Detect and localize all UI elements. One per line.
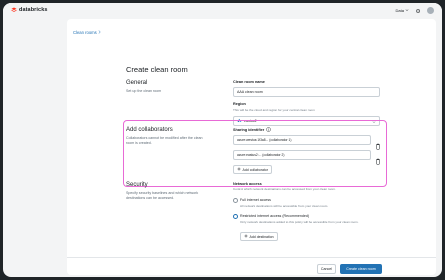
avatar[interactable]	[427, 7, 434, 14]
workspace-name: Data	[395, 8, 404, 13]
security-description: Specify security baselines and which net…	[126, 191, 199, 201]
page-title: Create clean room	[126, 65, 188, 74]
region-help: This will be the cloud and region for yo…	[233, 108, 315, 112]
plus-icon	[237, 167, 241, 172]
restricted-internet-help: Only network destinations added to this …	[240, 220, 359, 224]
general-title: General	[126, 80, 148, 86]
security-title: Security	[126, 182, 148, 188]
chevron-down-icon	[405, 8, 409, 13]
footer-divider	[67, 257, 436, 258]
workspace-menu[interactable]: Data	[396, 8, 409, 13]
region-label-text: Region	[233, 102, 246, 106]
add-destination-button[interactable]: Add destination	[240, 232, 278, 241]
full-internet-label: Full internet access	[240, 198, 271, 202]
network-access-help: Control which network destinations can b…	[233, 187, 336, 191]
settings-icon[interactable]	[415, 8, 421, 14]
databricks-logo-icon	[11, 7, 17, 13]
create-clean-room-button[interactable]: Create clean room	[340, 264, 382, 274]
logo[interactable]: databricks	[11, 7, 48, 13]
collaborators-title: Add collaborators	[126, 127, 173, 133]
network-access-label-text: Network access	[233, 182, 262, 186]
sharing-identifier-label: Sharing identifier	[233, 127, 271, 133]
breadcrumb-clean-rooms[interactable]: Clean rooms	[73, 30, 97, 35]
trash-icon[interactable]	[375, 137, 381, 150]
region-label: Region	[233, 102, 246, 106]
app-window: databricks Data Clean rooms Create clean…	[3, 3, 442, 277]
radio-full-internet[interactable]	[233, 198, 238, 203]
trash-icon[interactable]	[375, 152, 381, 165]
plus-icon	[244, 234, 248, 239]
logo-text: databricks	[19, 7, 48, 13]
add-destination-label: Add destination	[249, 234, 274, 239]
side-rail	[3, 19, 67, 277]
full-internet-help: All network destinations will be accessi…	[240, 204, 329, 208]
clean-room-name-label-text: Clean room name	[233, 80, 265, 84]
radio-restricted-internet[interactable]	[233, 214, 238, 219]
chevron-right-icon	[98, 30, 101, 35]
add-collaborator-button[interactable]: Add collaborator	[233, 165, 272, 174]
top-bar: databricks Data	[3, 3, 442, 19]
general-description: Set up the clean room	[126, 89, 162, 93]
network-access-label: Network access	[233, 182, 262, 186]
clean-room-name-label: Clean room name	[233, 80, 265, 84]
breadcrumb[interactable]: Clean rooms	[73, 30, 101, 35]
add-collaborator-label: Add collaborator	[242, 167, 269, 172]
main-panel: Clean rooms Create clean room General Se…	[67, 19, 436, 275]
collaborators-description: Collaborators cannot be modified after t…	[126, 136, 203, 146]
cancel-button[interactable]: Cancel	[317, 264, 336, 274]
sharing-identifier-label-text: Sharing identifier	[233, 128, 265, 132]
restricted-internet-label: Restricted internet access (Recommended)	[240, 214, 310, 218]
info-icon[interactable]	[266, 127, 271, 133]
clean-room-name-input[interactable]	[233, 87, 380, 97]
sharing-identifier-input-2[interactable]	[233, 150, 371, 160]
sharing-identifier-input-1[interactable]	[233, 135, 371, 145]
